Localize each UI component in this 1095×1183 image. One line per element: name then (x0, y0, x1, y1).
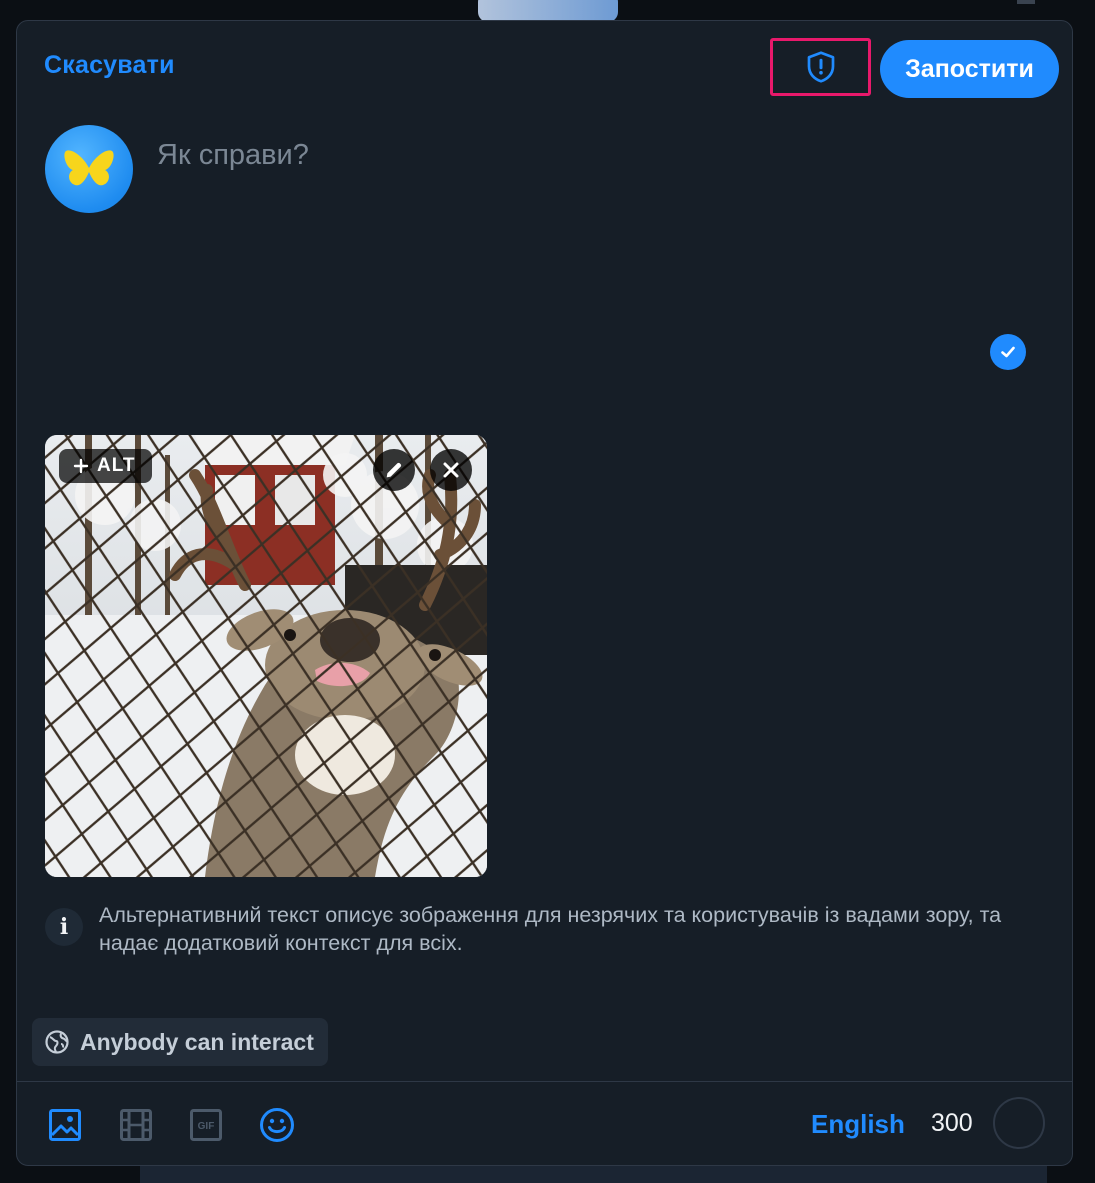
content-labels-button[interactable] (770, 38, 871, 96)
add-image-button[interactable] (47, 1107, 83, 1143)
butterfly-icon (64, 150, 114, 186)
post-text-input[interactable]: Як справи? (157, 139, 309, 172)
globe-icon (45, 1030, 69, 1054)
video-icon (120, 1109, 152, 1141)
add-video-button (118, 1107, 154, 1143)
compose-post-dialog: Скасувати Запостити Як справи? ALT i Аль… (16, 20, 1073, 1166)
post-button[interactable]: Запостити (880, 40, 1059, 98)
pencil-icon (386, 462, 402, 478)
background-decoration (1017, 0, 1035, 4)
plus-icon (73, 458, 89, 474)
emoji-icon (260, 1108, 294, 1142)
gif-icon: GIF (190, 1109, 222, 1141)
background-app-logo (478, 0, 618, 22)
interaction-label: Anybody can interact (80, 1028, 314, 1055)
character-count: 300 (931, 1109, 973, 1137)
selected-check[interactable] (990, 334, 1026, 370)
background-content-strip (140, 1165, 1047, 1183)
check-icon (1001, 346, 1015, 358)
toolbar-divider (17, 1081, 1072, 1082)
shield-exclamation-icon (807, 51, 834, 83)
edit-image-button[interactable] (373, 449, 415, 491)
alt-text-hint: Альтернативний текст описує зображення д… (99, 903, 1002, 955)
post-language-selector[interactable]: English (811, 1109, 905, 1140)
add-gif-button: GIF (188, 1107, 224, 1143)
add-alt-text-button[interactable]: ALT (59, 449, 152, 483)
add-emoji-button[interactable] (259, 1107, 295, 1143)
close-icon (443, 462, 459, 478)
avatar[interactable] (45, 125, 133, 213)
svg-text:GIF: GIF (198, 1121, 215, 1132)
character-progress-ring (993, 1097, 1045, 1149)
deer-photo (45, 435, 487, 877)
attached-image[interactable]: ALT (45, 435, 487, 877)
image-icon (49, 1109, 81, 1141)
info-icon: i (45, 908, 83, 946)
alt-label: ALT (97, 455, 136, 476)
remove-image-button[interactable] (430, 449, 472, 491)
interaction-settings-button[interactable]: Anybody can interact (32, 1018, 328, 1066)
cancel-button[interactable]: Скасувати (44, 51, 175, 80)
